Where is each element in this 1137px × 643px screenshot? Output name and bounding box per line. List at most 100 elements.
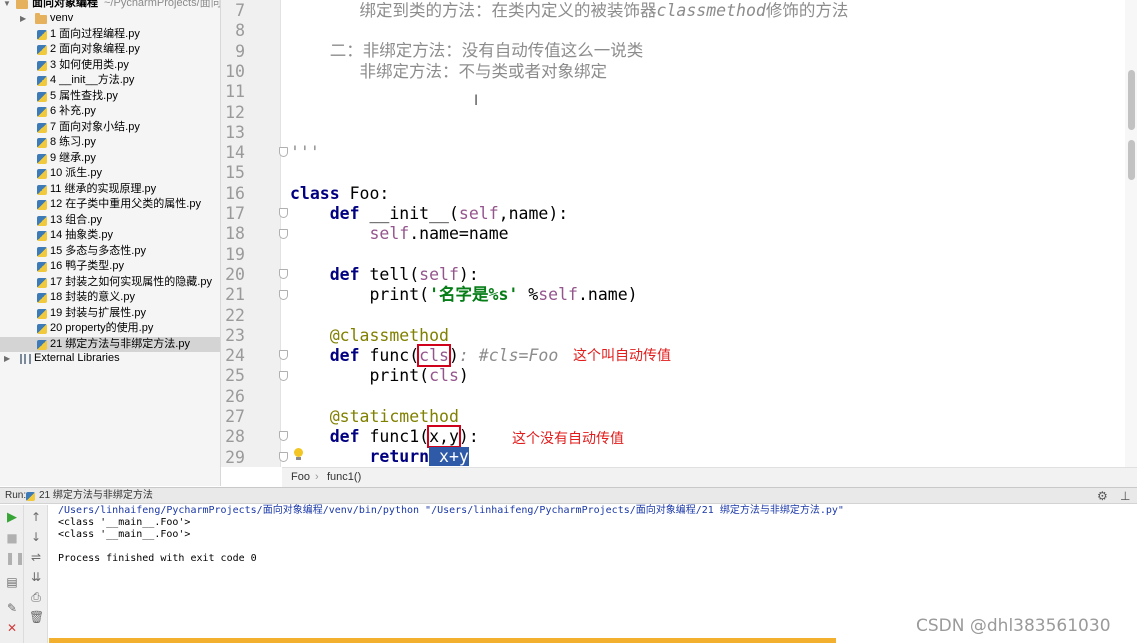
- scrollbar-thumb[interactable]: [1128, 140, 1135, 180]
- line-number: 26: [225, 386, 245, 406]
- code-line-23: @classmethod: [290, 326, 449, 346]
- fold-marker-icon[interactable]: [279, 350, 288, 360]
- tree-file-item[interactable]: 5 属性查找.py: [0, 89, 220, 105]
- string-literal: '名字是%s': [429, 285, 519, 304]
- python-file-icon: [37, 60, 47, 71]
- collapse-arrow-icon[interactable]: ▶: [20, 11, 26, 27]
- layout-icon[interactable]: ▤: [5, 575, 19, 589]
- tree-file-item[interactable]: 6 补充.py: [0, 104, 220, 120]
- line-number: 10: [225, 61, 245, 81]
- code-text: print(: [369, 366, 430, 385]
- arrow-down-icon[interactable]: ↓: [29, 530, 43, 544]
- file-label: 19 封装与扩展性.py: [50, 306, 146, 319]
- minimize-icon[interactable]: ⊥: [1120, 488, 1130, 504]
- tree-file-item[interactable]: 12 在子类中重用父类的属性.py: [0, 197, 220, 213]
- file-label: 16 鸭子类型.py: [50, 260, 124, 272]
- tree-file-item[interactable]: 8 练习.py: [0, 135, 220, 151]
- fold-marker-icon[interactable]: [279, 208, 288, 218]
- python-file-icon: [26, 492, 35, 501]
- run-panel-header: Run: 21 绑定方法与非绑定方法 ⚙ ⊥: [0, 487, 1137, 504]
- tree-file-item[interactable]: 15 多态与多态性.py: [0, 244, 220, 260]
- code-line-16: class Foo:: [290, 184, 389, 204]
- selected-text[interactable]: x+y: [429, 447, 469, 466]
- self-token: self: [419, 265, 459, 284]
- tree-file-item[interactable]: 19 封装与扩展性.py: [0, 306, 220, 322]
- annotation-no-auto-pass: 这个没有自动传值: [512, 431, 624, 447]
- line-number: 28: [225, 427, 245, 447]
- console-line: <class '__main__.Foo'>: [58, 517, 191, 528]
- soft-wrap-icon[interactable]: ⇌: [29, 550, 43, 564]
- run-tab[interactable]: 21 绑定方法与非绑定方法: [39, 488, 153, 504]
- tree-file-item[interactable]: 14 抽象类.py: [0, 228, 220, 244]
- code-text: :: [468, 427, 479, 446]
- tree-external-libraries[interactable]: ▶ External Libraries: [0, 351, 220, 367]
- tree-file-item[interactable]: 2 面向对象编程.py: [0, 42, 220, 58]
- python-file-icon: [37, 339, 47, 350]
- scrollbar-thumb[interactable]: [1128, 70, 1135, 130]
- python-file-icon: [37, 153, 47, 164]
- tree-file-item[interactable]: 10 派生.py: [0, 166, 220, 182]
- breadcrumb-class[interactable]: Foo: [291, 468, 310, 487]
- tree-file-item[interactable]: 21 绑定方法与非绑定方法.py: [0, 336, 220, 352]
- breadcrumb-method[interactable]: func1(): [327, 468, 361, 487]
- code-text: func1(: [359, 427, 430, 446]
- fold-marker-icon[interactable]: [279, 290, 288, 300]
- fold-marker-icon[interactable]: [279, 269, 288, 279]
- collapse-arrow-icon[interactable]: ▶: [4, 351, 10, 367]
- file-label: 15 多态与多态性.py: [50, 244, 146, 257]
- fold-marker-icon[interactable]: [279, 147, 288, 157]
- fold-marker-icon[interactable]: [279, 452, 288, 462]
- tree-folder-venv[interactable]: ▶ venv: [0, 11, 220, 27]
- fold-marker-icon[interactable]: [279, 371, 288, 381]
- scroll-to-end-icon[interactable]: ⇊: [29, 570, 43, 584]
- tree-file-item[interactable]: 20 property的使用.py: [0, 321, 220, 337]
- python-file-icon: [37, 231, 47, 241]
- console-line: /Users/linhaifeng/PycharmProjects/面向对象编程…: [58, 505, 844, 516]
- code-line-14: ''': [290, 143, 320, 162]
- tree-file-item[interactable]: 7 面向对象小结.py: [0, 120, 220, 136]
- line-number: 23: [225, 325, 245, 345]
- tree-file-item[interactable]: 4 __init__方法.py: [0, 73, 220, 89]
- expand-arrow-icon[interactable]: ▼: [3, 0, 11, 12]
- file-label: 13 组合.py: [50, 213, 102, 226]
- fold-marker-icon[interactable]: [279, 431, 288, 441]
- tree-root[interactable]: ▼ 面向对象编程 ~/PycharmProjects/面向: [0, 0, 221, 12]
- line-number: 24: [225, 346, 245, 366]
- code-line-9: 二：非绑定方法：没有自动传值这么一说类: [290, 41, 644, 60]
- tree-file-item[interactable]: 18 封装的意义.py: [0, 290, 220, 306]
- lightbulb-icon[interactable]: [293, 448, 304, 461]
- code-editor[interactable]: 绑定到类的方法：在类内定义的被装饰器classmethod修饰的方法 二：非绑定…: [282, 0, 1125, 467]
- tree-file-item[interactable]: 11 继承的实现原理.py: [0, 182, 220, 198]
- fold-marker-icon[interactable]: [279, 229, 288, 239]
- code-line-25: print(cls): [290, 366, 468, 386]
- root-path: ~/PycharmProjects/面向: [104, 0, 221, 9]
- python-file-icon: [37, 91, 47, 102]
- trash-icon[interactable]: 🗑: [29, 610, 44, 624]
- tree-file-item[interactable]: 13 组合.py: [0, 213, 220, 229]
- pin-icon[interactable]: ✎: [5, 601, 19, 615]
- breadcrumb: Foo › func1(): [282, 467, 1137, 487]
- tree-file-item[interactable]: 1 面向过程编程.py: [0, 27, 220, 43]
- root-label: 面向对象编程: [32, 0, 98, 9]
- code-line-29: return x+y: [290, 447, 469, 467]
- arrow-up-icon[interactable]: ↑: [29, 510, 43, 524]
- stop-icon[interactable]: ■: [5, 531, 19, 545]
- python-file-icon: [37, 29, 47, 40]
- line-number: 17: [225, 204, 245, 223]
- python-file-icon: [37, 107, 47, 117]
- line-number: 22: [225, 305, 245, 325]
- comment-text: 绑定到类的方法：在类内定义的被装饰器: [290, 1, 657, 20]
- print-icon[interactable]: ⎙: [29, 590, 43, 604]
- pause-icon[interactable]: ❚❚: [5, 551, 25, 565]
- tree-file-item[interactable]: 16 鸭子类型.py: [0, 259, 220, 275]
- file-label: 4 __init__方法.py: [50, 74, 135, 86]
- tree-file-item[interactable]: 3 如何使用类.py: [0, 58, 220, 74]
- close-icon[interactable]: ✕: [5, 621, 19, 635]
- python-file-icon: [37, 200, 47, 210]
- line-number: 29: [225, 447, 245, 467]
- tree-file-item[interactable]: 9 继承.py: [0, 151, 220, 167]
- highlighted-params-xy: x,y: [427, 425, 461, 448]
- tree-file-item[interactable]: 17 封装之如何实现属性的隐藏.py: [0, 275, 220, 291]
- gear-icon[interactable]: ⚙: [1097, 488, 1108, 504]
- rerun-icon[interactable]: ▶: [5, 511, 19, 525]
